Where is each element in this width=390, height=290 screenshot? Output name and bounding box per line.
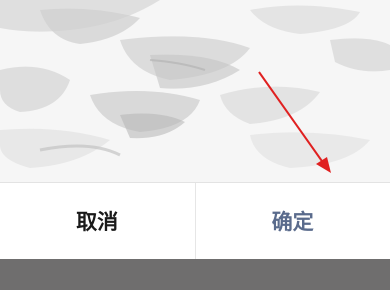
ink-wash-image	[0, 0, 390, 182]
confirm-button[interactable]: 确定	[196, 183, 390, 259]
ink-wash-painting-icon	[0, 0, 390, 182]
dialog-screen: 取消 确定	[0, 0, 390, 290]
background-overlay	[0, 259, 390, 290]
dialog-button-row: 取消 确定	[0, 182, 390, 259]
cancel-button[interactable]: 取消	[0, 183, 196, 259]
